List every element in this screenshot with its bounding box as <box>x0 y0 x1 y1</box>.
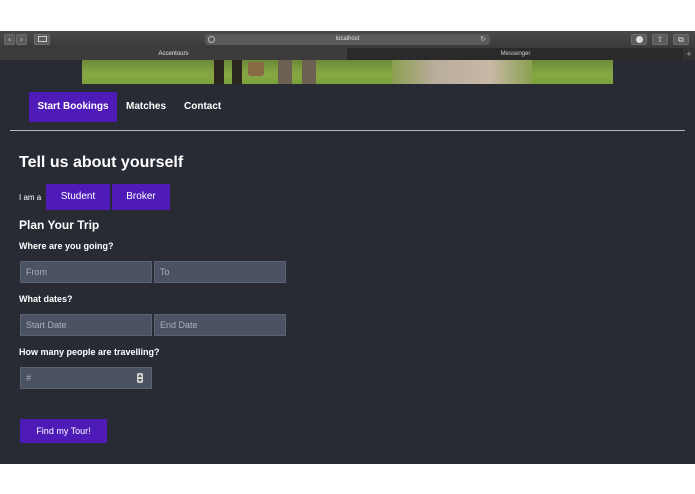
share-button[interactable]: ⇧ <box>652 34 668 45</box>
sidebar-icon <box>37 36 47 42</box>
reload-icon[interactable]: ↻ <box>480 34 486 45</box>
form-title: Tell us about yourself <box>19 154 184 171</box>
hero-figure-leg <box>302 60 316 84</box>
browser-window: ‹ › localhost ↻ ⇧ ⧉ Accentours Messenger… <box>0 31 695 464</box>
people-question: How many people are travelling? <box>19 347 160 357</box>
browser-toolbar: ‹ › localhost ↻ ⇧ ⧉ <box>0 31 695 48</box>
people-stepper[interactable]: # <box>20 367 152 389</box>
back-button[interactable]: ‹ <box>4 34 15 45</box>
info-button[interactable] <box>631 34 647 45</box>
tab-messenger[interactable]: Messenger <box>348 48 683 60</box>
hero-path <box>392 60 532 84</box>
start-date-input[interactable]: Start Date <box>20 314 152 336</box>
student-button[interactable]: Student <box>46 184 110 210</box>
iam-label: I am a <box>19 193 42 202</box>
people-placeholder: # <box>26 373 32 383</box>
hero-figure-leg <box>232 60 242 84</box>
broker-button[interactable]: Broker <box>112 184 170 210</box>
share-icon: ⇧ <box>656 35 664 44</box>
tabs-overview-button[interactable]: ⧉ <box>673 34 689 45</box>
from-input[interactable]: From <box>20 261 152 283</box>
new-tab-button[interactable]: + <box>683 48 695 60</box>
nav-start-bookings[interactable]: Start Bookings <box>29 92 117 122</box>
address-bar[interactable]: localhost ↻ <box>205 34 490 45</box>
hero-bag <box>248 62 264 76</box>
sidebar-toggle-button[interactable] <box>34 34 50 45</box>
end-date-input[interactable]: End Date <box>154 314 286 336</box>
hero-figure-leg <box>278 60 292 84</box>
dates-question: What dates? <box>19 294 73 304</box>
bottom-margin <box>0 464 695 494</box>
tab-strip: Accentours Messenger + <box>0 48 695 60</box>
tabs-icon: ⧉ <box>678 35 684 44</box>
to-input[interactable]: To <box>154 261 286 283</box>
info-icon <box>635 36 643 43</box>
hero-figure-leg <box>214 60 224 84</box>
url-text: localhost <box>335 36 360 42</box>
tab-accentours[interactable]: Accentours <box>0 48 347 60</box>
top-margin <box>0 0 695 31</box>
find-tour-button[interactable]: Find my Tour! <box>20 419 107 443</box>
plan-title: Plan Your Trip <box>19 218 100 232</box>
nav-matches[interactable]: Matches <box>126 92 166 122</box>
back-icon: ‹ <box>7 35 12 44</box>
where-question: Where are you going? <box>19 241 114 251</box>
hero-image <box>82 60 613 84</box>
nav-divider <box>10 130 685 131</box>
stepper-arrows-icon[interactable] <box>137 373 143 383</box>
forward-button[interactable]: › <box>16 34 27 45</box>
forward-icon: › <box>19 35 24 44</box>
nav-contact[interactable]: Contact <box>184 92 221 122</box>
